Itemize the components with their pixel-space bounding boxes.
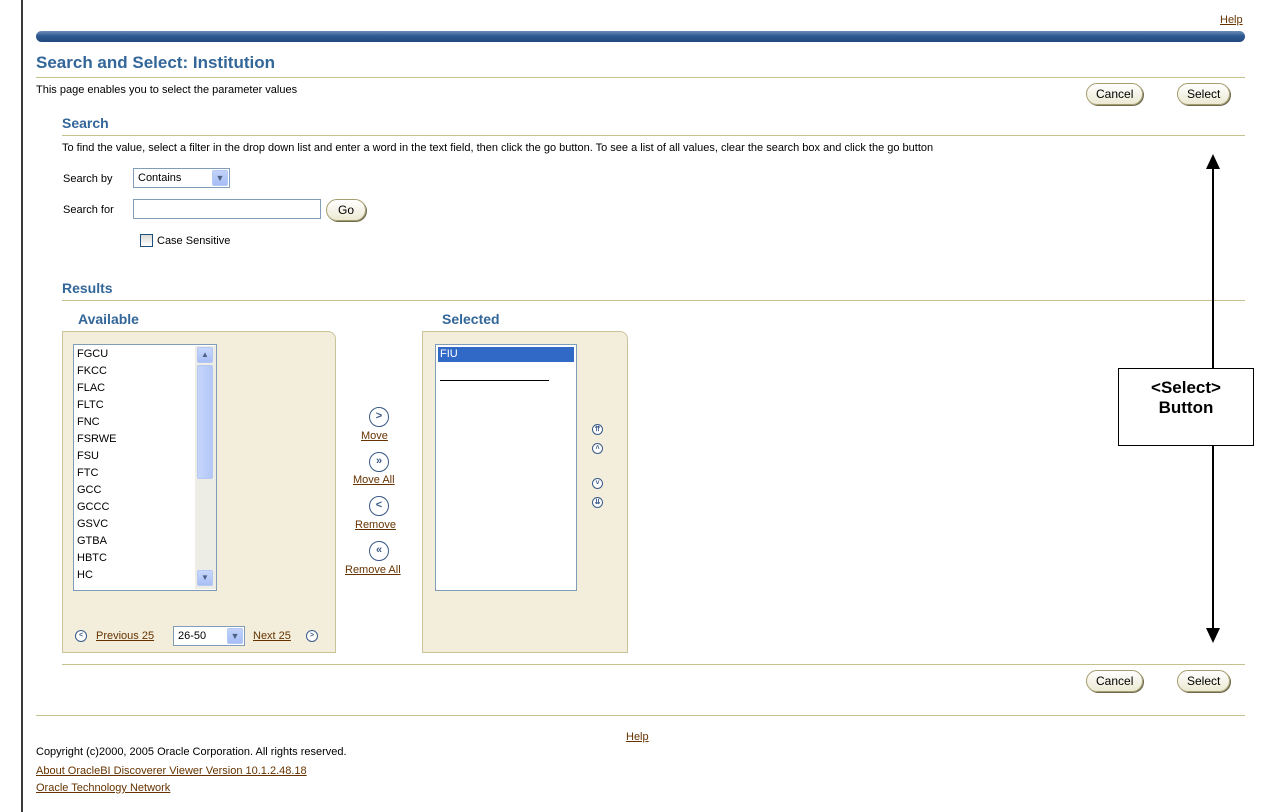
scroll-up-icon[interactable]: ▲ xyxy=(197,347,213,363)
bottom-divider xyxy=(62,664,1245,665)
available-item[interactable]: FGCU xyxy=(77,348,108,360)
select-button-top[interactable]: Select xyxy=(1177,83,1231,105)
chevron-down-icon[interactable]: ▼ xyxy=(227,628,243,644)
move-to-bottom-icon[interactable]: ⇊ xyxy=(592,497,603,508)
case-sensitive-label: Case Sensitive xyxy=(157,235,231,247)
selected-heading: Selected xyxy=(442,311,500,327)
go-button[interactable]: Go xyxy=(326,199,367,221)
help-link-bottom[interactable]: Help xyxy=(626,731,649,743)
cancel-button-bottom[interactable]: Cancel xyxy=(1086,670,1144,692)
available-item[interactable]: GSVC xyxy=(77,518,108,530)
header-bar xyxy=(36,31,1245,42)
available-heading: Available xyxy=(78,311,139,327)
move-down-icon[interactable]: ˅ xyxy=(592,478,603,489)
available-item[interactable]: GCCC xyxy=(77,501,109,513)
remove-icon[interactable]: < xyxy=(369,496,389,516)
available-scrollbar[interactable]: ▲ ▼ xyxy=(195,346,216,589)
available-listbox[interactable]: FGCU FKCC FLAC FLTC FNC FSRWE FSU FTC GCC GCCC GSV… xyxy=(73,344,217,591)
annotation-line-up xyxy=(1212,168,1214,368)
available-item[interactable]: HC xyxy=(77,569,93,581)
footer-divider xyxy=(36,715,1245,716)
search-divider xyxy=(62,135,1245,136)
move-link[interactable]: Move xyxy=(361,430,388,442)
otn-link[interactable]: Oracle Technology Network xyxy=(36,782,170,794)
page-description: This page enables you to select the para… xyxy=(36,84,298,96)
search-input[interactable] xyxy=(133,199,321,219)
remove-all-link[interactable]: Remove All xyxy=(345,564,401,576)
next-icon[interactable]: > xyxy=(306,630,318,642)
move-all-link[interactable]: Move All xyxy=(353,474,395,486)
scroll-down-icon[interactable]: ▼ xyxy=(197,570,213,586)
previous-icon[interactable]: < xyxy=(75,630,87,642)
previous-25-link[interactable]: Previous 25 xyxy=(96,630,154,642)
search-instructions: To find the value, select a filter in th… xyxy=(62,142,934,154)
copyright-text: Copyright (c)2000, 2005 Oracle Corporati… xyxy=(36,746,347,758)
annotation-line1: <Select> xyxy=(1151,378,1221,397)
annotation-box: <Select> Button xyxy=(1118,368,1254,446)
left-border xyxy=(21,0,23,812)
results-heading: Results xyxy=(62,280,113,296)
next-25-link[interactable]: Next 25 xyxy=(253,630,291,642)
search-for-label: Search for xyxy=(63,204,114,216)
annotation-line-down xyxy=(1212,446,1214,629)
move-icon[interactable]: > xyxy=(369,407,389,427)
range-value: 26-50 xyxy=(178,630,207,642)
cancel-button-top[interactable]: Cancel xyxy=(1086,83,1144,105)
remove-all-icon[interactable]: « xyxy=(369,541,389,561)
case-sensitive-checkbox[interactable] xyxy=(140,234,153,247)
selected-item: FIU xyxy=(440,348,458,360)
help-link-top[interactable]: Help xyxy=(1220,14,1243,26)
page-title: Search and Select: Institution xyxy=(36,53,275,72)
available-item[interactable]: GTBA xyxy=(77,535,107,547)
list-separator xyxy=(440,380,549,381)
move-all-icon[interactable]: » xyxy=(369,452,389,472)
about-link[interactable]: About OracleBI Discoverer Viewer Version… xyxy=(36,765,307,777)
available-item[interactable]: FNC xyxy=(77,416,100,428)
move-up-icon[interactable]: ˄ xyxy=(592,443,603,454)
search-by-label: Search by xyxy=(63,173,113,185)
available-item[interactable]: FTC xyxy=(77,467,98,479)
chevron-down-icon[interactable]: ▼ xyxy=(212,170,228,186)
available-item[interactable]: GCC xyxy=(77,484,101,496)
selected-listbox[interactable]: FIU xyxy=(435,344,577,591)
search-by-select[interactable]: Contains ▼ xyxy=(133,168,230,188)
available-item[interactable]: FSU xyxy=(77,450,99,462)
search-by-value: Contains xyxy=(138,172,182,184)
available-item[interactable]: FSRWE xyxy=(77,433,117,445)
annotation-line2: Button xyxy=(1158,398,1214,417)
title-divider xyxy=(36,77,1245,78)
remove-link[interactable]: Remove xyxy=(355,519,396,531)
arrow-down-icon xyxy=(1206,628,1220,643)
available-item[interactable]: HBTC xyxy=(77,552,107,564)
scroll-thumb[interactable] xyxy=(197,365,213,479)
results-divider xyxy=(62,300,1245,301)
range-select[interactable]: 26-50 ▼ xyxy=(173,626,245,646)
select-button-bottom[interactable]: Select xyxy=(1177,670,1231,692)
search-heading: Search xyxy=(62,115,109,131)
available-item[interactable]: FLAC xyxy=(77,382,105,394)
available-item[interactable]: FKCC xyxy=(77,365,107,377)
selected-item-highlight[interactable]: FIU xyxy=(438,347,574,362)
available-item[interactable]: FLTC xyxy=(77,399,104,411)
move-to-top-icon[interactable]: ⇈ xyxy=(592,424,603,435)
arrow-up-icon xyxy=(1206,154,1220,169)
